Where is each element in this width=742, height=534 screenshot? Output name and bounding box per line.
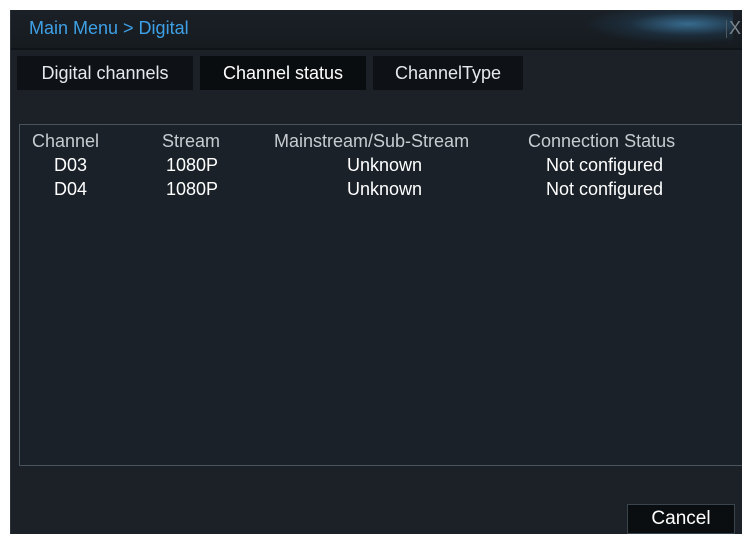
column-header-connection-status: Connection Status	[528, 131, 676, 151]
cell-connection-status: Not configured	[546, 179, 664, 199]
cell-mainstream-substream: Unknown	[347, 155, 423, 175]
column-header-mainstream-substream: Mainstream/Sub-Stream	[274, 131, 470, 151]
column-header-channel: Channel	[32, 131, 100, 151]
tab-bar: Digital channels Channel status ChannelT…	[11, 56, 742, 90]
cell-connection-status: Not configured	[546, 155, 664, 175]
digital-settings-window: Main Menu > Digital X Digital channels C…	[10, 10, 742, 534]
cell-channel: D04	[54, 179, 88, 199]
cell-mainstream-substream: Unknown	[347, 179, 423, 199]
cancel-button[interactable]: Cancel	[627, 504, 735, 534]
column-header-stream: Stream	[162, 131, 221, 151]
cell-stream: 1080P	[166, 155, 219, 175]
breadcrumb-title: Main Menu > Digital	[29, 18, 189, 38]
table-header: Channel Stream Mainstream/Sub-Stream Con…	[20, 125, 742, 151]
title-glow-decoration	[583, 10, 733, 44]
tab-channel-status[interactable]: Channel status	[200, 56, 366, 90]
table-row[interactable]: D04 1080P Unknown Not configured	[20, 179, 742, 203]
tab-digital-channels[interactable]: Digital channels	[17, 56, 193, 90]
channel-status-table: Channel Stream Mainstream/Sub-Stream Con…	[19, 124, 742, 466]
table-row[interactable]: D03 1080P Unknown Not configured	[20, 155, 742, 179]
title-bar: Main Menu > Digital X	[11, 10, 742, 50]
tab-channel-type[interactable]: ChannelType	[373, 56, 523, 90]
cell-channel: D03	[54, 155, 88, 175]
close-icon[interactable]: X	[727, 16, 742, 40]
cell-stream: 1080P	[166, 179, 219, 199]
